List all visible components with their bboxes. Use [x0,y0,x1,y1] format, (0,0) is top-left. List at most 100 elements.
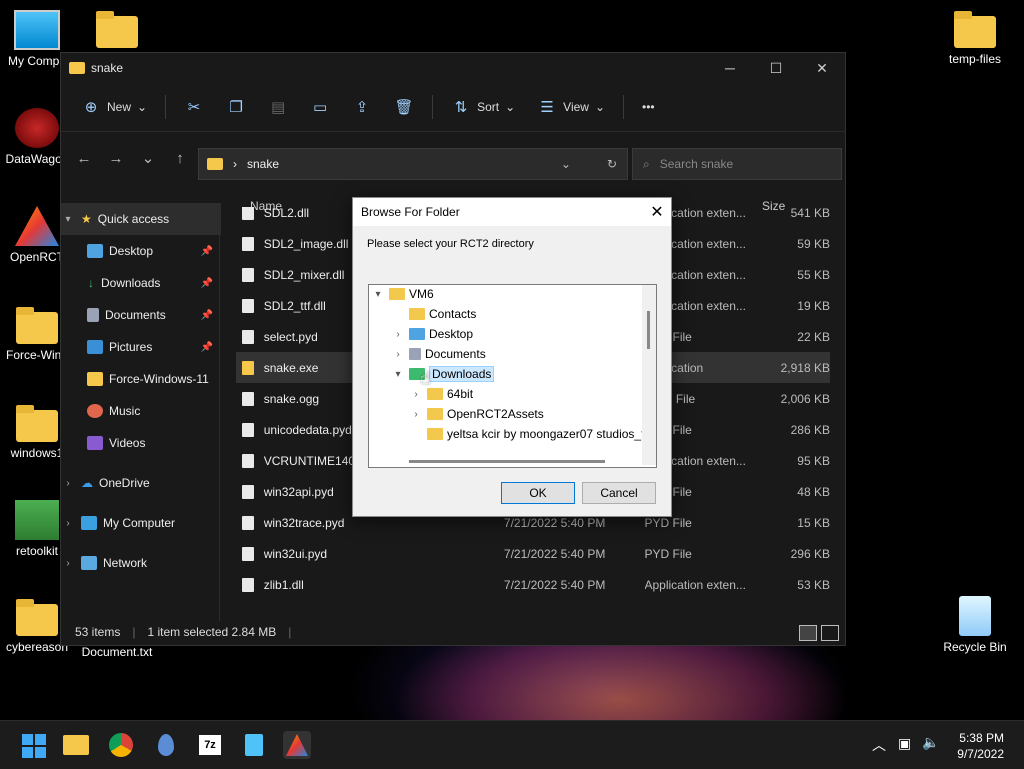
chevron-right-icon[interactable]: › [409,409,423,420]
command-bar: ⊕ New ⌄ ✂ ❐ ▤ ▭ ⇪ 🗑 ⇅ Sort ⌄ ☰ View ⌄ ••• [61,83,845,132]
minimize-button[interactable]: ─ [707,60,753,77]
chevron-right-icon[interactable]: › [409,389,423,400]
chevron-right-icon[interactable]: › [391,349,405,360]
start-button[interactable] [19,731,47,759]
desktop-icon-folder[interactable] [74,10,160,52]
taskbar-openrct2[interactable] [283,731,311,759]
chevron-right-icon[interactable]: › [391,329,405,340]
nav-downloads[interactable]: ↓ Downloads 📌 [61,267,221,299]
file-icon [242,298,254,313]
nav-videos[interactable]: Videos [61,427,221,459]
view-button[interactable]: ☰ View ⌄ [529,92,613,122]
tiles-view-button[interactable] [821,625,839,641]
nav-my-computer[interactable]: › My Computer [61,507,221,539]
sort-button[interactable]: ⇅ Sort ⌄ [443,92,523,122]
network-icon [81,556,97,570]
tree-horizontal-scrollbar[interactable] [409,460,605,463]
copy-button[interactable]: ❐ [218,92,254,122]
forward-button[interactable]: → [105,150,127,167]
close-button[interactable]: ✕ [799,60,845,77]
show-hidden-icons-chevron-icon[interactable]: ︿ [872,735,886,755]
nav-network[interactable]: › Network [61,547,221,579]
paste-button[interactable]: ▤ [260,92,296,122]
refresh-icon[interactable]: ↻ [607,157,617,171]
new-button[interactable]: ⊕ New ⌄ [73,92,155,122]
more-button[interactable]: ••• [634,94,663,120]
chevron-down-icon[interactable]: ▾ [371,289,385,300]
status-divider: | [288,625,292,639]
tree-item-documents[interactable]: › Documents [391,344,486,364]
taskbar-7zip[interactable]: 7z [196,731,224,759]
folder-icon [16,405,58,442]
details-view-button[interactable] [799,625,817,641]
share-button[interactable]: ⇪ [344,92,380,122]
divider [165,95,167,119]
view-icon: ☰ [540,99,554,116]
search-input[interactable]: ⌕ Search snake [632,148,842,180]
folder-icon [389,288,405,300]
navigation-pane: ▾ ★ Quick access Desktop 📌 ↓ Downloads 📌 Docu… [61,203,221,621]
taskbar-water-app[interactable] [152,731,180,759]
tree-item-vm6[interactable]: ▾ VM6 [371,285,433,304]
share-icon: ⇪ [355,99,369,116]
taskbar-chrome[interactable] [107,731,135,759]
title-bar[interactable]: snake ─ ☐ ✕ [61,53,845,83]
datawagon-icon [15,108,59,148]
nav-label: Downloads [101,276,161,290]
nav-documents[interactable]: Documents 📌 [61,299,221,331]
cancel-button[interactable]: Cancel [582,482,656,504]
tree-item-desktop[interactable]: › Desktop [391,324,473,344]
nav-desktop[interactable]: Desktop 📌 [61,235,221,267]
tree-item-64bit[interactable]: › 64bit [409,384,473,404]
dialog-title-bar[interactable]: Browse For Folder ✕ [353,198,671,226]
maximize-button[interactable]: ☐ [753,60,799,77]
file-row[interactable]: zlib1.dll 7/21/2022 5:40 PM Application ex… [236,569,830,600]
up-button[interactable]: ↑ [169,150,191,167]
chevron-down-icon[interactable]: ▾ [391,369,405,380]
taskbar-notepad[interactable] [240,731,268,759]
nav-quick-access[interactable]: ▾ ★ Quick access [61,203,221,235]
desktop-icon-label: temp-files [948,52,1001,66]
close-icon[interactable]: ✕ [643,202,671,222]
scrollbar-thumb[interactable] [647,311,650,349]
tree-item-contacts[interactable]: Contacts [391,304,476,324]
delete-button[interactable]: 🗑 [386,92,422,122]
volume-icon[interactable]: 🔈 [922,734,939,751]
nav-pictures[interactable]: Pictures 📌 [61,331,221,363]
ok-button[interactable]: OK [501,482,575,504]
breadcrumb: snake [247,157,280,171]
file-row[interactable]: win32ui.pyd 7/21/2022 5:40 PM PYD File 296 … [236,538,830,569]
desktop-icon [409,328,425,340]
recent-chevron-icon[interactable]: ⌄ [137,149,159,167]
address-bar[interactable]: › snake ⌄ ↻ [198,148,628,180]
nav-music[interactable]: Music [61,395,221,427]
file-type: PYD File [644,546,692,561]
tree-item-yeltsa[interactable]: yeltsa kcir by moongazer07 studios_f [409,424,644,444]
nav-label: My Computer [103,516,176,530]
tree-item-label: Documents [425,347,486,361]
cut-button[interactable]: ✂ [176,92,212,122]
folder-tree: ▾ VM6 Contacts › Desktop › Documents ▾ Downl… [368,284,657,468]
divider [623,95,625,119]
file-icon [242,236,254,251]
pin-icon: 📌 [200,341,213,353]
back-button[interactable]: ← [73,150,95,167]
clock-date: 9/7/2022 [957,747,1004,761]
tree-item-openrct2assets[interactable]: › OpenRCT2Assets [409,404,543,424]
desktop-icon-recycle-bin[interactable]: Recycle Bin [932,596,1018,655]
nav-onedrive[interactable]: › ☁ OneDrive [61,467,221,499]
desktop-icon-temp-files[interactable]: temp-files [932,10,1018,67]
nav-force-windows[interactable]: Force-Windows-11 [61,363,221,395]
pane-divider[interactable] [219,203,220,621]
chevron-right-icon: › [66,517,70,529]
system-clock[interactable]: 5:38 PM 9/7/2022 [957,730,1004,762]
openrct-icon [286,734,308,756]
taskbar-file-explorer[interactable] [63,731,91,759]
nav-label: Desktop [109,244,154,258]
tree-item-downloads[interactable]: ▾ Downloads [391,364,495,384]
network-status-icon[interactable]: ▣ [898,735,911,752]
tree-vertical-scrollbar[interactable] [642,285,656,465]
file-size: 286 KB [790,422,830,437]
chevron-down-icon[interactable]: ⌄ [561,157,571,171]
rename-button[interactable]: ▭ [302,92,338,122]
